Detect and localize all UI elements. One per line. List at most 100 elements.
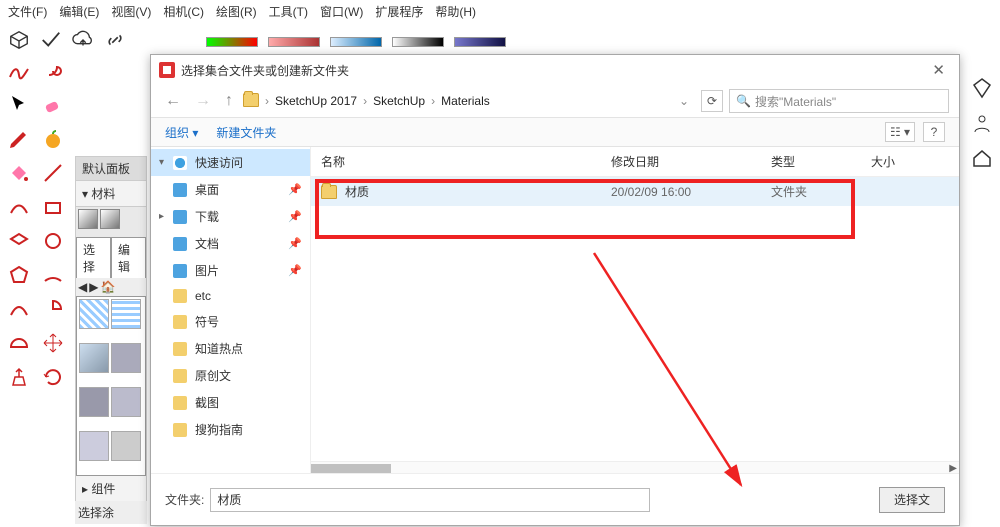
menu-view[interactable]: 视图(V)	[111, 3, 151, 20]
sidebar-item[interactable]: 原创文	[151, 362, 310, 389]
gradient-swatch[interactable]	[392, 37, 444, 47]
pencil-tool[interactable]	[4, 124, 34, 154]
panel-materials[interactable]: ▾ 材料	[76, 181, 146, 207]
swatch[interactable]	[78, 209, 98, 229]
sidebar-item[interactable]: etc	[151, 284, 310, 308]
tab-select[interactable]: 选择	[76, 237, 111, 278]
default-panel: 默认面板 ▾ 材料 选择 编辑 ◀ ▶ 🏠 ▸ 组件	[75, 156, 147, 503]
search-input[interactable]: 🔍 搜索"Materials"	[729, 89, 949, 113]
cursor-tool[interactable]	[4, 90, 34, 120]
material-thumb[interactable]	[79, 431, 109, 461]
pushpull-tool[interactable]	[4, 362, 34, 392]
breadcrumb-seg[interactable]: SketchUp 2017	[275, 94, 357, 108]
sidebar-item[interactable]: ▸下载📌	[151, 203, 310, 230]
sidebar-item[interactable]: 搜狗指南	[151, 416, 310, 443]
sidebar-item[interactable]: 符号	[151, 308, 310, 335]
menu-file[interactable]: 文件(F)	[8, 3, 47, 20]
menu-window[interactable]: 窗口(W)	[320, 3, 363, 20]
spiral-tool[interactable]	[38, 56, 68, 86]
material-thumb[interactable]	[111, 343, 141, 373]
view-mode-button[interactable]: ☷ ▾	[885, 122, 915, 142]
right-tool-palette	[966, 76, 998, 173]
col-size[interactable]: 大小	[861, 151, 959, 172]
menu-ext[interactable]: 扩展程序	[375, 3, 423, 20]
sidebar-item[interactable]: 截图	[151, 389, 310, 416]
file-row[interactable]: 材质 20/02/09 16:00 文件夹	[311, 177, 959, 206]
menu-tools[interactable]: 工具(T)	[269, 3, 308, 20]
panel-components[interactable]: ▸ 组件	[76, 476, 146, 502]
material-thumb[interactable]	[111, 299, 141, 329]
nav-back[interactable]: ←	[161, 92, 185, 110]
rotate-tool[interactable]	[38, 362, 68, 392]
col-date[interactable]: 修改日期	[601, 151, 761, 172]
help-button[interactable]: ?	[923, 122, 945, 142]
box-icon[interactable]	[8, 29, 30, 54]
poly-tool[interactable]	[4, 260, 34, 290]
search-placeholder: 搜索"Materials"	[755, 93, 836, 110]
breadcrumb-seg[interactable]: SketchUp	[373, 94, 425, 108]
select-folder-button[interactable]: 选择文	[879, 487, 945, 513]
scribble-tool[interactable]	[4, 56, 34, 86]
file-date: 20/02/09 16:00	[601, 183, 761, 201]
link-icon[interactable]	[104, 29, 126, 54]
cloud-icon[interactable]	[72, 29, 94, 54]
back-icon[interactable]: ◀	[78, 280, 87, 294]
freehand-tool[interactable]	[4, 192, 34, 222]
gradient-swatch[interactable]	[454, 37, 506, 47]
breadcrumb-seg[interactable]: Materials	[441, 94, 490, 108]
move-tool[interactable]	[38, 328, 68, 358]
nav-fwd[interactable]: →	[191, 92, 215, 110]
bucket-tool[interactable]	[4, 158, 34, 188]
nav-up[interactable]: ↑	[221, 92, 237, 110]
col-type[interactable]: 类型	[761, 151, 861, 172]
gradient-swatch[interactable]	[330, 37, 382, 47]
list-body: 材质 20/02/09 16:00 文件夹	[311, 177, 959, 461]
tangerine-icon[interactable]	[38, 124, 68, 154]
diamond-icon[interactable]	[970, 76, 994, 103]
pie-tool[interactable]	[38, 294, 68, 324]
menu-draw[interactable]: 绘图(R)	[216, 3, 257, 20]
line-tool[interactable]	[38, 158, 68, 188]
sidebar-item[interactable]: 文档📌	[151, 230, 310, 257]
gradient-swatch[interactable]	[206, 37, 258, 47]
nav-sidebar: ▾快速访问桌面📌▸下载📌文档📌图片📌etc符号知道热点原创文截图搜狗指南	[151, 147, 311, 477]
close-button[interactable]: ✕	[926, 61, 951, 79]
sidebar-item[interactable]: ▾快速访问	[151, 149, 310, 176]
house-icon[interactable]	[970, 146, 994, 173]
folder-label: 文件夹:	[165, 491, 210, 508]
home-icon[interactable]: 🏠	[100, 280, 115, 294]
list-header: 名称 修改日期 类型 大小	[311, 147, 959, 177]
col-name[interactable]: 名称	[311, 151, 601, 172]
fwd-icon[interactable]: ▶	[89, 280, 98, 294]
swatch[interactable]	[100, 209, 120, 229]
file-name: 材质	[345, 183, 369, 200]
refresh-button[interactable]: ⟳	[701, 90, 723, 112]
sidebar-item[interactable]: 桌面📌	[151, 176, 310, 203]
sidebar-item[interactable]: 图片📌	[151, 257, 310, 284]
semi-tool[interactable]	[4, 328, 34, 358]
gradient-swatch[interactable]	[268, 37, 320, 47]
material-thumb[interactable]	[79, 343, 109, 373]
eraser-tool[interactable]	[38, 90, 68, 120]
iso-rect-tool[interactable]	[4, 226, 34, 256]
folder-input[interactable]	[210, 488, 650, 512]
material-thumb[interactable]	[79, 387, 109, 417]
circle-tool[interactable]	[38, 226, 68, 256]
folder-icon	[243, 93, 259, 110]
new-folder-button[interactable]: 新建文件夹	[216, 124, 276, 141]
material-thumb[interactable]	[111, 431, 141, 461]
sidebar-item[interactable]: 知道热点	[151, 335, 310, 362]
dialog-footer: 文件夹: 选择文	[151, 473, 959, 525]
tab-edit[interactable]: 编辑	[111, 237, 146, 278]
person-icon[interactable]	[970, 111, 994, 138]
menu-edit[interactable]: 编辑(E)	[59, 3, 99, 20]
menu-camera[interactable]: 相机(C)	[163, 3, 204, 20]
material-thumb[interactable]	[79, 299, 109, 329]
organize-menu[interactable]: 组织 ▾	[165, 124, 198, 141]
arc-tool[interactable]	[38, 260, 68, 290]
rect-tool[interactable]	[38, 192, 68, 222]
material-thumb[interactable]	[111, 387, 141, 417]
arc2-tool[interactable]	[4, 294, 34, 324]
menu-help[interactable]: 帮助(H)	[435, 3, 476, 20]
check-icon[interactable]	[40, 29, 62, 54]
